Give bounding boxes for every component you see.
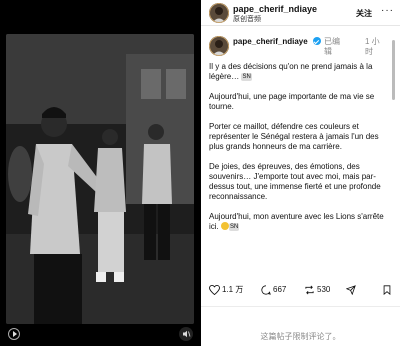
flag-badge: SN bbox=[229, 222, 240, 231]
like-button[interactable]: 1.1 万 bbox=[209, 284, 243, 296]
lion-emoji-icon bbox=[221, 222, 230, 230]
like-count: 1.1 万 bbox=[222, 285, 244, 294]
header-username[interactable]: pape_cherif_ndiaye bbox=[233, 4, 317, 14]
verified-badge-icon bbox=[313, 37, 321, 45]
comments-restricted-notice: 这篇帖子限制评论了。 bbox=[260, 332, 341, 341]
more-options-icon[interactable]: ··· bbox=[381, 5, 394, 16]
save-button[interactable] bbox=[383, 284, 393, 296]
repost-button[interactable]: 530 bbox=[304, 284, 330, 296]
caption-paragraph: Il y a des décisions qu'on ne prend jama… bbox=[209, 62, 391, 82]
paper-plane-icon bbox=[346, 285, 356, 295]
caption-paragraph: Porter ce maillot, défendre ces couleurs… bbox=[209, 122, 379, 151]
speaker-icon bbox=[183, 330, 191, 338]
edited-label: 已编辑 bbox=[324, 37, 340, 56]
post-avatar[interactable] bbox=[209, 36, 229, 56]
caption-paragraph: Aujourd'hui, une page importante de ma v… bbox=[209, 92, 375, 111]
heart-icon bbox=[209, 284, 220, 295]
post-body: pape_cherif_ndiaye 已编辑 1 小时 Il y a des d… bbox=[201, 26, 400, 281]
audio-label[interactable]: 原创音频 bbox=[233, 14, 261, 24]
post-username[interactable]: pape_cherif_ndiaye bbox=[233, 37, 308, 46]
divider bbox=[201, 306, 400, 307]
scrollbar[interactable] bbox=[392, 40, 395, 100]
caption-paragraph: De joies, des épreuves, des émotions, de… bbox=[209, 162, 381, 201]
volume-icon[interactable] bbox=[179, 327, 193, 341]
post-header: pape_cherif_ndiaye 原创音频 关注 ··· bbox=[201, 0, 400, 26]
comment-icon bbox=[261, 285, 271, 295]
photo-illustration bbox=[6, 34, 194, 324]
comment-button[interactable]: 667 bbox=[261, 284, 286, 296]
repost-icon bbox=[305, 285, 314, 295]
bookmark-icon bbox=[383, 285, 391, 295]
follow-button[interactable]: 关注 bbox=[356, 8, 372, 19]
share-button[interactable] bbox=[346, 284, 358, 296]
post-photo[interactable] bbox=[6, 34, 194, 324]
repost-count: 530 bbox=[317, 285, 331, 294]
avatar-ring bbox=[209, 36, 229, 56]
avatar-ring bbox=[209, 3, 229, 23]
post-caption: Il y a des décisions qu'on ne prend jama… bbox=[209, 62, 391, 242]
post-timestamp: 1 小时 bbox=[365, 37, 380, 56]
media-viewer bbox=[0, 0, 201, 346]
action-bar: 1.1 万 667 530 bbox=[201, 281, 400, 301]
flag-badge: SN bbox=[241, 72, 252, 81]
comment-count: 667 bbox=[273, 285, 287, 294]
post-panel: pape_cherif_ndiaye 原创音频 关注 ··· pape_cher… bbox=[201, 0, 400, 346]
caption-text: Il y a des décisions qu'on ne prend jama… bbox=[209, 62, 373, 81]
caption-paragraph: Aujourd'hui, mon aventure avec les Lions… bbox=[209, 212, 391, 232]
play-icon[interactable] bbox=[8, 328, 20, 340]
avatar[interactable] bbox=[209, 3, 229, 23]
